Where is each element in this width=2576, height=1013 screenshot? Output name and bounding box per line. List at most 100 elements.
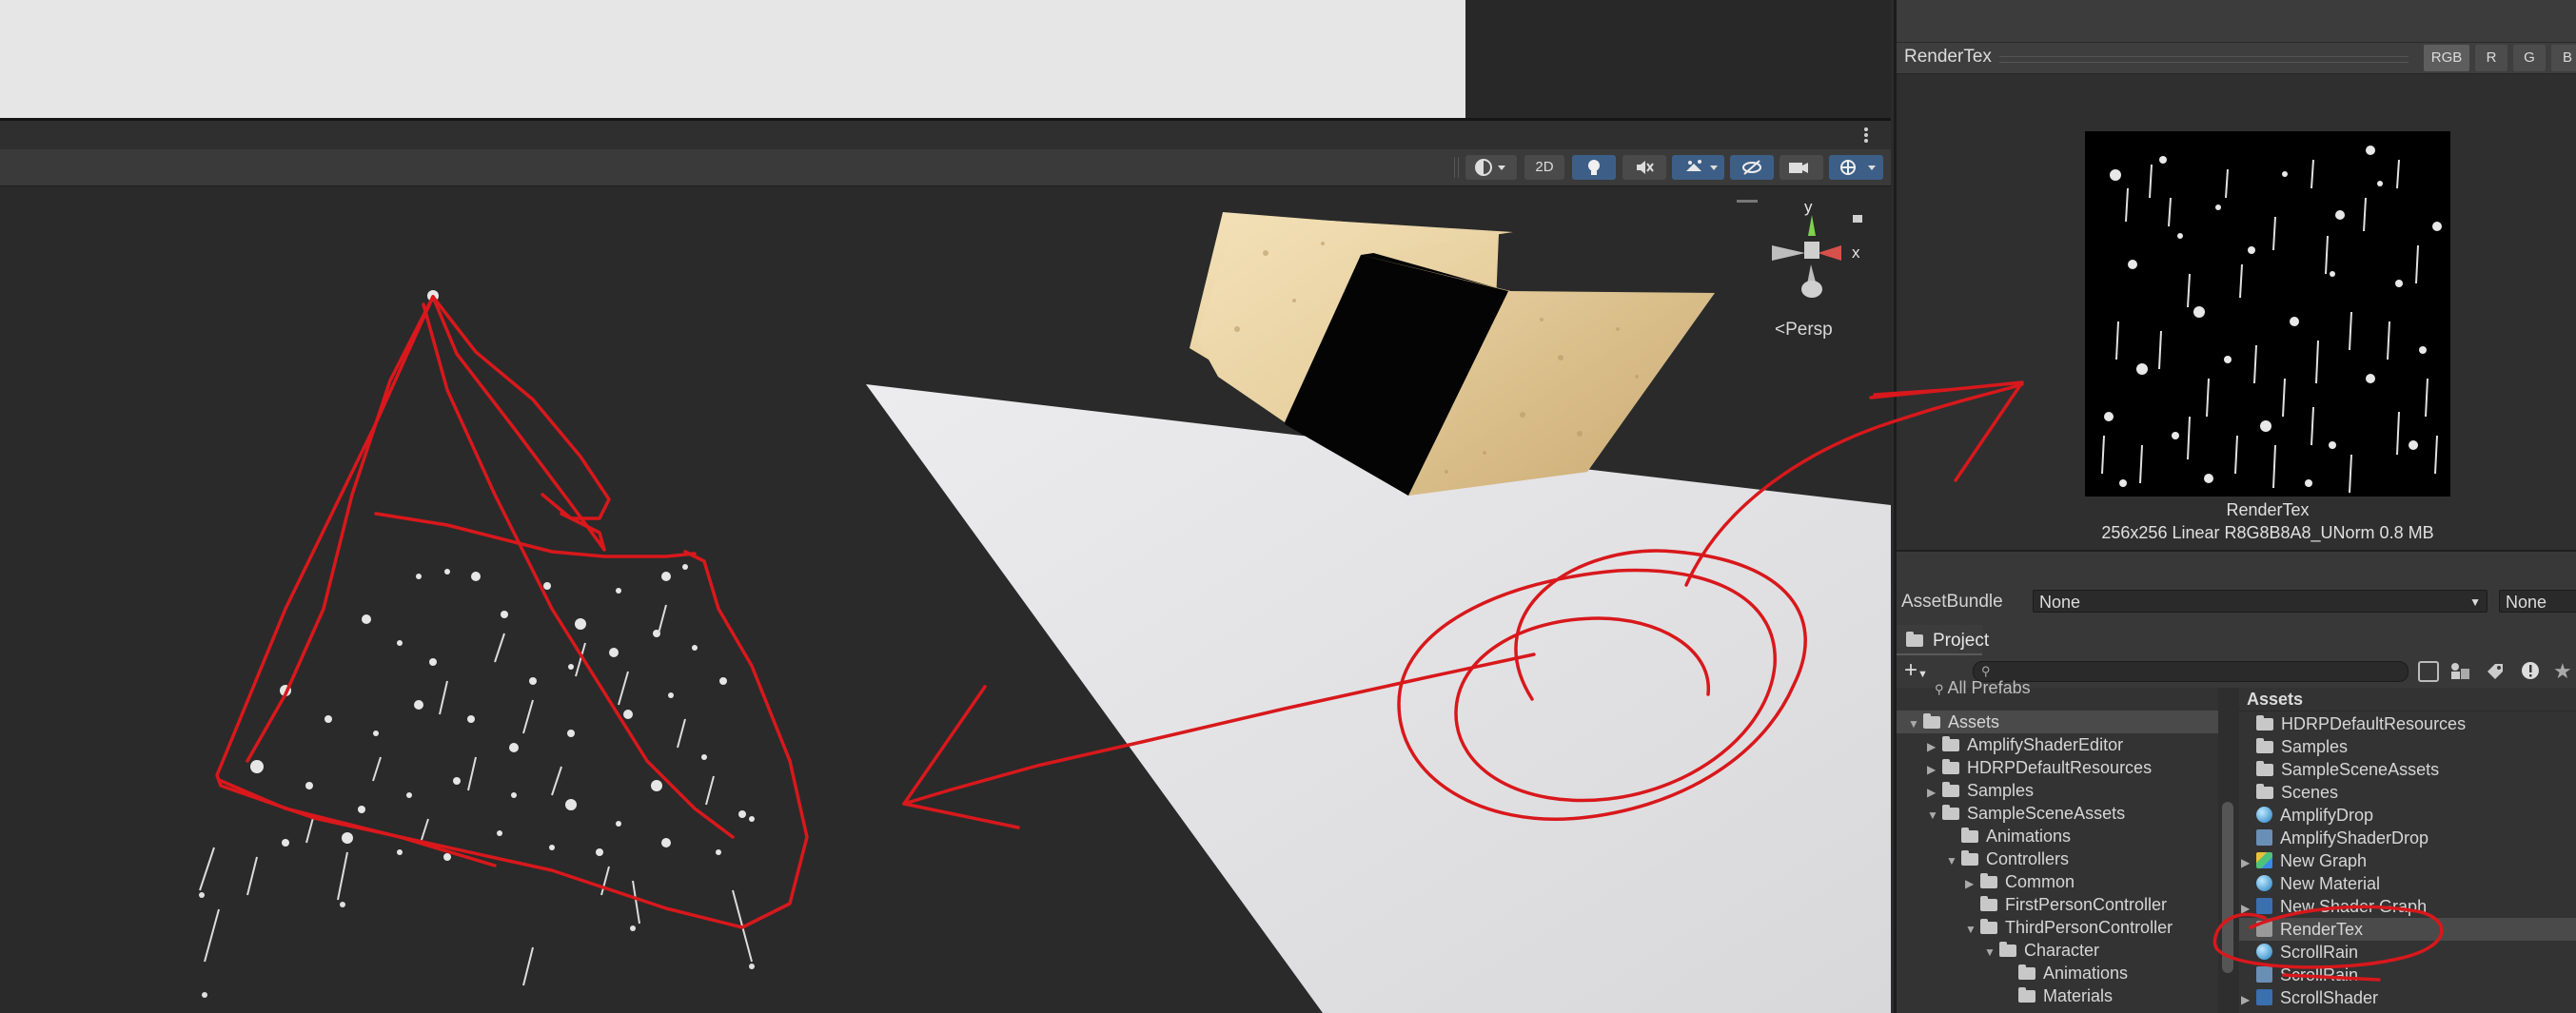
collapsed-arrow-icon[interactable]: ▶: [1927, 781, 1942, 804]
folder-icon: [1999, 942, 2016, 957]
floor-plane: [866, 384, 1891, 1013]
tree-item-label: SampleSceneAssets: [1967, 804, 2126, 823]
asset-item-label: AmplifyDrop: [2280, 806, 2374, 825]
tree-item[interactable]: ▼ Character: [1897, 939, 2218, 962]
tree-item[interactable]: ▼ Assets: [1897, 711, 2218, 733]
shading-mode-button[interactable]: [1465, 155, 1517, 180]
asset-item-label: AmplifyShaderDrop: [2280, 828, 2429, 847]
visibility-toggle-button[interactable]: [1730, 155, 1774, 180]
asset-item[interactable]: ScrollRain: [2239, 964, 2576, 986]
collapsed-arrow-icon[interactable]: ▶: [2241, 988, 2256, 1011]
scene-viewport[interactable]: y x <Persp: [0, 186, 1891, 1013]
info-icon[interactable]: [2520, 660, 2541, 681]
texture-preview-header: RenderTex RGB R G B: [1897, 43, 2576, 74]
project-assets-list: Assets HDRPDefaultResources Samples Sample…: [2239, 688, 2576, 1013]
tree-item[interactable]: ▶ AmplifyShaderEditor: [1897, 733, 2218, 756]
project-panel: Project +▼ ⚲ ★ ⚲ All Prefabs ▼ Assets ▶ Amp…: [1894, 623, 2576, 1013]
tree-item-partial[interactable]: ⚲ All Prefabs: [1935, 676, 2031, 699]
tree-item[interactable]: ▼ Controllers: [1897, 847, 2218, 870]
material-icon: [2256, 944, 2272, 960]
tree-item[interactable]: ▶ Common: [1897, 870, 2218, 893]
lighting-toggle-button[interactable]: [1572, 155, 1616, 180]
asset-item[interactable]: Scenes: [2239, 781, 2576, 804]
hidden-eye-icon: [1742, 160, 1761, 175]
expanded-arrow-icon[interactable]: ▼: [1965, 918, 1980, 941]
tree-item[interactable]: Materials: [1897, 984, 2218, 1007]
preview-resize-grip[interactable]: [1999, 56, 2409, 63]
folder-icon: [1942, 782, 1959, 797]
collapsed-arrow-icon[interactable]: ▶: [2241, 851, 2256, 874]
editor-panel-top: [1465, 0, 1891, 118]
folder-icon: [1942, 759, 1959, 774]
breadcrumb[interactable]: Assets: [2247, 688, 2303, 711]
asset-item[interactable]: Samples: [2239, 735, 2576, 758]
expanded-arrow-icon[interactable]: ▼: [1908, 712, 1923, 735]
asset-item[interactable]: ScrollRain: [2239, 941, 2576, 964]
channel-b-button[interactable]: B: [2551, 45, 2576, 71]
tree-item-label: FirstPersonController: [2005, 895, 2168, 914]
asset-item-label: ScrollRain: [2280, 943, 2359, 962]
folder-icon: [1942, 736, 1959, 751]
collapsed-arrow-icon[interactable]: ▶: [1965, 872, 1980, 895]
texture-name-label: RenderTex: [2226, 500, 2310, 519]
channel-rgb-button[interactable]: RGB: [2424, 45, 2469, 71]
tree-item-label: Materials: [2043, 986, 2114, 1005]
search-by-type-icon[interactable]: [2418, 661, 2439, 682]
tree-item[interactable]: ▼ SampleSceneAssets: [1897, 802, 2218, 825]
project-folder-tree: ⚲ All Prefabs ▼ Assets ▶ AmplifyShaderEdito…: [1897, 678, 2218, 1013]
folder-icon: [2018, 987, 2035, 1003]
asset-item[interactable]: New Material: [2239, 872, 2576, 895]
tree-item[interactable]: ▶ HDRPDefaultResources: [1897, 756, 2218, 779]
gizmos-dropdown-button[interactable]: [1860, 155, 1883, 180]
collapsed-arrow-icon[interactable]: ▶: [1927, 758, 1942, 781]
asset-bundle-name-dropdown[interactable]: None ▼: [2033, 590, 2488, 613]
tree-scrollbar-thumb[interactable]: [2222, 802, 2233, 973]
tree-scrollbar[interactable]: [2218, 688, 2239, 1013]
asset-bundle-variant-dropdown[interactable]: None: [2499, 590, 2576, 613]
asset-item[interactable]: HDRPDefaultResources: [2239, 712, 2576, 735]
tree-item[interactable]: Animations: [1897, 962, 2218, 984]
tree-item[interactable]: Animations: [1897, 825, 2218, 847]
gizmo-x-label[interactable]: x: [1852, 244, 1860, 263]
asset-item-label: Samples: [2281, 737, 2349, 756]
search-by-label-icon[interactable]: [2448, 661, 2471, 682]
inspector-top-strip: [1897, 0, 2576, 43]
asset-item-label: Scenes: [2281, 783, 2339, 802]
tab-project-label: Project: [1933, 631, 1990, 651]
tab-project[interactable]: Project: [1897, 625, 1989, 655]
asset-item[interactable]: ▶ ScrollShader: [2239, 986, 2576, 1009]
channel-r-button[interactable]: R: [2475, 45, 2507, 71]
asset-item[interactable]: RenderTex: [2239, 918, 2576, 941]
tree-item-label: Common: [2005, 872, 2075, 891]
effects-dropdown-button[interactable]: [1703, 155, 1724, 180]
collapsed-arrow-icon[interactable]: ▶: [1927, 735, 1942, 758]
folder-icon: [1906, 632, 1931, 651]
asset-item[interactable]: SampleSceneAssets: [2239, 758, 2576, 781]
expanded-arrow-icon[interactable]: ▼: [1984, 941, 1999, 964]
texture-info-label: 256x256 Linear R8G8B8A8_UNorm 0.8 MB: [2101, 523, 2434, 542]
channel-g-button[interactable]: G: [2513, 45, 2546, 71]
tree-item[interactable]: ▶ Samples: [1897, 779, 2218, 802]
tree-item[interactable]: FirstPersonController: [1897, 893, 2218, 916]
favorite-star-icon[interactable]: ★: [2553, 659, 2572, 684]
expanded-arrow-icon[interactable]: ▼: [1927, 804, 1942, 827]
asset-item[interactable]: AmplifyDrop: [2239, 804, 2576, 827]
more-options-icon[interactable]: [1863, 127, 1869, 144]
project-search-input[interactable]: ⚲: [1973, 661, 2409, 682]
audio-toggle-button[interactable]: [1622, 155, 1666, 180]
camera-icon: [1789, 163, 1808, 173]
asset-item[interactable]: ▶ New Graph: [2239, 849, 2576, 872]
collapsed-arrow-icon[interactable]: ▶: [2241, 897, 2256, 920]
asset-item-label: New Shader Graph: [2280, 897, 2428, 916]
2d-toggle-button[interactable]: 2D: [1524, 155, 1564, 180]
asset-item[interactable]: ▶ New Shader Graph: [2239, 895, 2576, 918]
tree-item-label: Samples: [1967, 781, 2035, 800]
camera-button[interactable]: [1780, 155, 1823, 180]
asset-item[interactable]: AmplifyShaderDrop: [2239, 827, 2576, 849]
expanded-arrow-icon[interactable]: ▼: [1946, 849, 1961, 872]
tag-icon[interactable]: [2485, 661, 2506, 682]
perspective-label[interactable]: <Persp: [1775, 320, 1833, 341]
tree-item[interactable]: ▼ ThirdPersonController: [1897, 916, 2218, 939]
render-texture-preview: [2085, 131, 2450, 497]
toolbar-separator: [1454, 157, 1459, 178]
